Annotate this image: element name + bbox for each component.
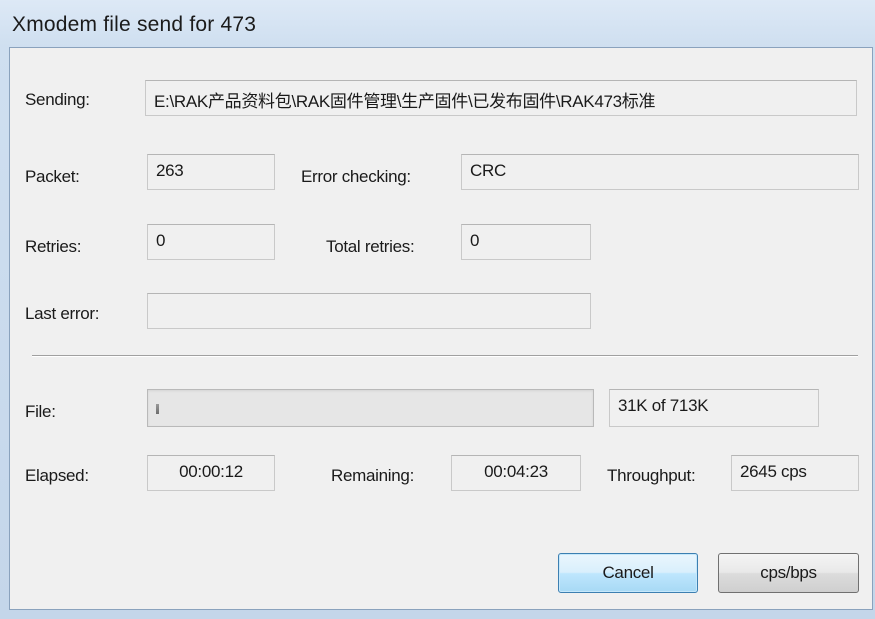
dialog-client-area: Sending: E:\RAK产品资料包\RAK固件管理\生产固件\已发布固件\…: [9, 47, 873, 610]
xmodem-dialog-window: Xmodem file send for 473 Sending: E:\RAK…: [0, 0, 875, 619]
sending-label: Sending:: [25, 90, 90, 109]
remaining-field: 00:04:23: [451, 455, 581, 491]
file-progress-fill: [156, 404, 159, 414]
title-bar[interactable]: Xmodem file send for 473: [0, 0, 875, 48]
last-error-label: Last error:: [25, 304, 100, 323]
error-checking-label: Error checking:: [301, 167, 411, 186]
throughput-label: Throughput:: [607, 466, 696, 485]
total-retries-field: 0: [461, 224, 591, 260]
retries-field: 0: [147, 224, 275, 260]
error-checking-field: CRC: [461, 154, 859, 190]
cps-bps-button[interactable]: cps/bps: [718, 553, 859, 593]
sending-path-field: E:\RAK产品资料包\RAK固件管理\生产固件\已发布固件\RAK473标准: [145, 80, 857, 116]
throughput-field: 2645 cps: [731, 455, 859, 491]
elapsed-label: Elapsed:: [25, 466, 89, 485]
retries-label: Retries:: [25, 237, 82, 256]
cancel-button[interactable]: Cancel: [558, 553, 698, 593]
file-progress-text: 31K of 713K: [609, 389, 819, 427]
packet-label: Packet:: [25, 167, 80, 186]
section-divider: [32, 355, 858, 357]
file-label: File:: [25, 402, 56, 421]
elapsed-field: 00:00:12: [147, 455, 275, 491]
remaining-label: Remaining:: [331, 466, 414, 485]
window-title: Xmodem file send for 473: [12, 13, 257, 36]
last-error-field: [147, 293, 591, 329]
file-progress-bar: [147, 389, 594, 427]
total-retries-label: Total retries:: [326, 237, 415, 256]
packet-field: 263: [147, 154, 275, 190]
